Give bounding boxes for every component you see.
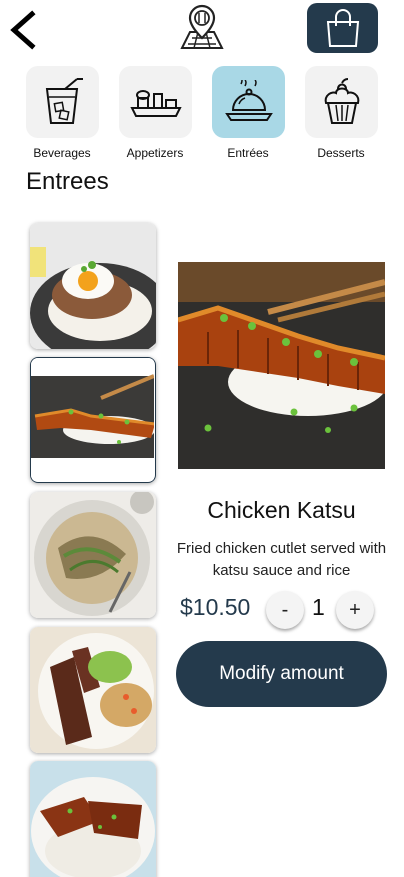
menu-item-kalbi-ribs[interactable] — [30, 627, 156, 753]
category-appetizers[interactable] — [119, 66, 192, 138]
shopping-bag-icon — [326, 9, 359, 47]
dish-photo — [178, 262, 385, 469]
section-title: Entrees — [26, 168, 109, 195]
huli-huli-chicken-photo — [30, 761, 156, 877]
dish-name: Chicken Katsu — [207, 497, 356, 523]
app-logo — [178, 4, 226, 52]
category-label-beverages: Beverages — [33, 146, 91, 160]
cupcake-icon — [324, 78, 359, 124]
kalbi-ribs-photo — [30, 627, 156, 753]
category-label-entrees: Entrées — [227, 146, 269, 160]
chicken-katsu-hero-image — [178, 262, 385, 469]
chicken-katsu-photo — [31, 358, 154, 481]
modify-amount-button[interactable]: Modify amount — [176, 641, 387, 707]
menu-item-loco-moco[interactable] — [30, 223, 156, 349]
category-label-appetizers: Appetizers — [126, 146, 184, 160]
back-button[interactable] — [8, 8, 40, 52]
category-beverages[interactable] — [26, 66, 99, 138]
quantity-value: 1 — [312, 594, 325, 620]
drink-cup-icon — [45, 78, 83, 124]
increment-quantity-button[interactable]: + — [336, 591, 374, 629]
dish-description: Fried chicken cutlet served with katsu s… — [176, 540, 387, 579]
dish-price: $10.50 — [180, 594, 251, 620]
appetizer-platter-icon — [129, 90, 182, 117]
menu-item-huli-huli-chicken[interactable] — [30, 761, 156, 877]
chevron-left-icon — [10, 10, 36, 50]
menu-item-chicken-katsu[interactable] — [30, 357, 156, 483]
map-pin-fork-knife-icon — [180, 4, 224, 49]
category-entrees[interactable] — [212, 66, 285, 138]
category-desserts[interactable] — [305, 66, 378, 138]
category-label-desserts: Desserts — [317, 146, 365, 160]
decrement-quantity-button[interactable]: - — [266, 591, 304, 629]
cloche-icon — [224, 80, 273, 121]
noodle-salad-photo — [30, 492, 156, 618]
menu-item-noodle-salad[interactable] — [30, 492, 156, 618]
loco-moco-photo — [30, 223, 156, 349]
cart-button[interactable] — [307, 3, 378, 53]
